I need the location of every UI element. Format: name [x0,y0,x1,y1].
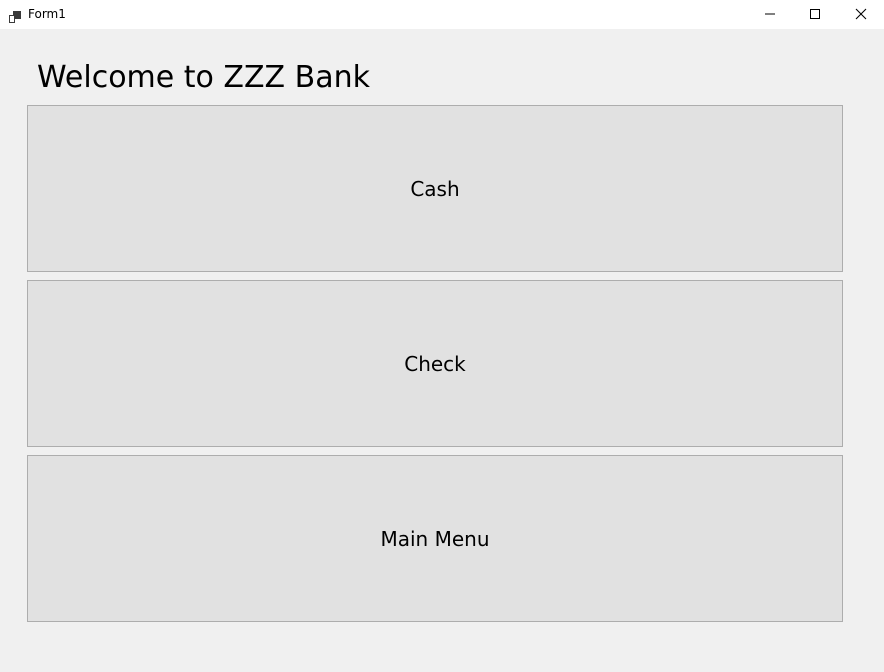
welcome-heading: Welcome to ZZZ Bank [37,60,370,95]
form-icon [9,8,21,23]
cash-button-label: Cash [410,176,460,201]
maximize-button[interactable] [792,0,838,29]
minimize-icon [764,5,776,24]
check-button-label: Check [404,351,466,376]
app-window: Form1 Welcome to ZZZ Bank Cash Check Mai… [0,0,884,672]
title-bar[interactable]: Form1 [0,0,884,29]
main-menu-button[interactable]: Main Menu [27,455,843,622]
close-icon [855,5,867,24]
window-title: Form1 [28,7,66,21]
minimize-button[interactable] [747,0,793,29]
cash-button[interactable]: Cash [27,105,843,272]
maximize-icon [809,5,821,24]
close-button[interactable] [838,0,884,29]
main-menu-button-label: Main Menu [380,526,490,551]
check-button[interactable]: Check [27,280,843,447]
